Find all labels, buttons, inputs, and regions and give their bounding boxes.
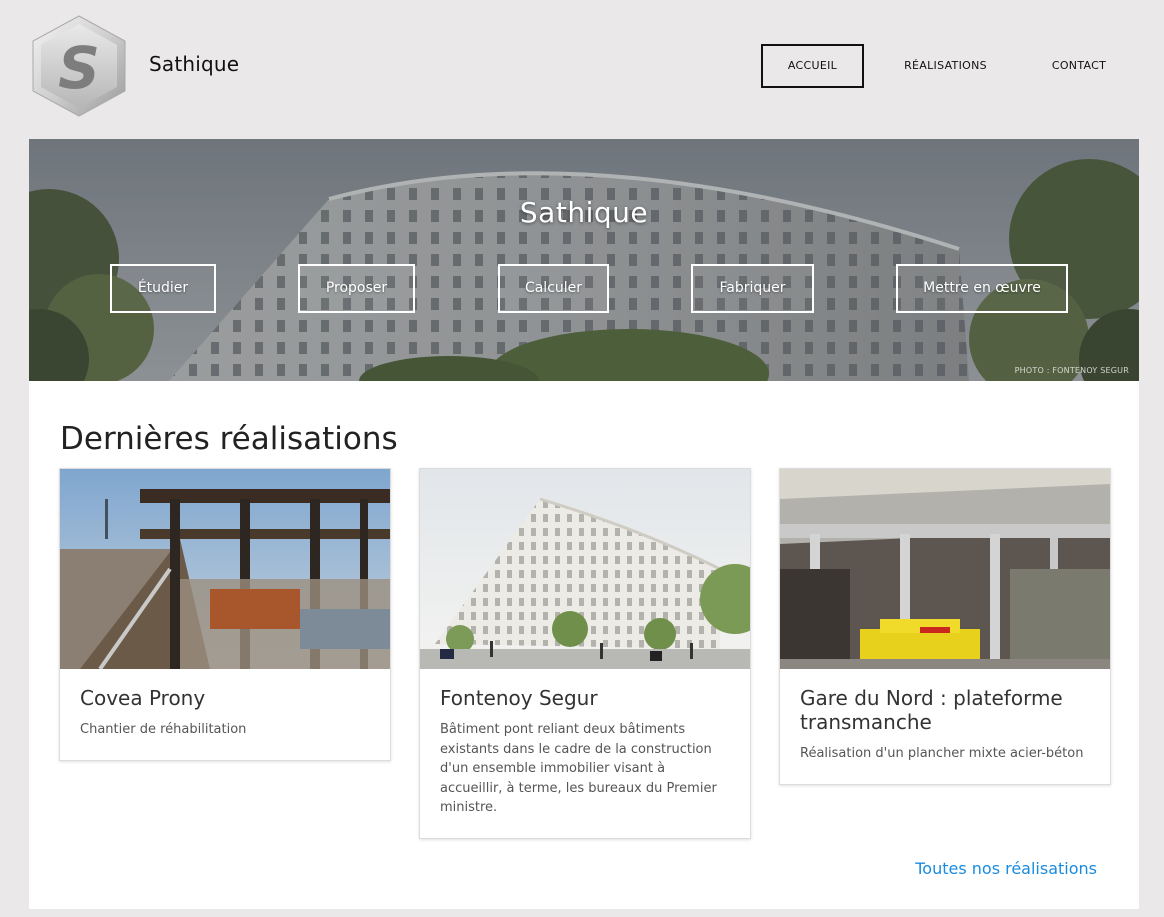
latest-projects-panel: Dernières réalisations Covea Prony Chant…: [29, 381, 1139, 909]
hero-button-etudier[interactable]: Étudier: [110, 264, 216, 313]
hero-button-fabriquer[interactable]: Fabriquer: [691, 264, 814, 313]
project-card-fontenoy-segur[interactable]: Fontenoy Segur Bâtiment pont reliant deu…: [419, 468, 751, 839]
project-image-gare-du-nord[interactable]: [780, 469, 1110, 669]
hero-button-mettre-en-oeuvre[interactable]: Mettre en œuvre: [896, 264, 1068, 313]
project-card-gare-du-nord[interactable]: Gare du Nord : plateforme transmanche Ré…: [779, 468, 1111, 785]
project-card-covea-prony[interactable]: Covea Prony Chantier de réhabilitation: [59, 468, 391, 761]
project-description: Réalisation d'un plancher mixte acier-bé…: [800, 746, 1084, 761]
project-title[interactable]: Fontenoy Segur: [440, 686, 730, 710]
hero-title: Sathique: [519, 196, 649, 229]
project-title[interactable]: Covea Prony: [80, 686, 370, 710]
hero-button-calculer[interactable]: Calculer: [498, 264, 609, 313]
brand-name[interactable]: Sathique: [149, 52, 239, 76]
section-title: Dernières réalisations: [60, 421, 398, 457]
nav-contact[interactable]: Contact: [1030, 45, 1128, 87]
project-image-fontenoy-segur[interactable]: [420, 469, 750, 669]
all-projects-link[interactable]: Toutes nos réalisations: [915, 859, 1097, 878]
nav-accueil[interactable]: Accueil: [761, 44, 864, 88]
project-title[interactable]: Gare du Nord : plateforme transmanche: [800, 686, 1090, 734]
nav-realisations[interactable]: Réalisations: [888, 45, 1003, 87]
logo[interactable]: S: [30, 14, 128, 118]
project-description: Chantier de réhabilitation: [80, 722, 247, 737]
hero-banner: Sathique Étudier Proposer Calculer Fabri…: [29, 139, 1139, 381]
logo-letter: S: [58, 34, 100, 102]
project-image-covea-prony[interactable]: [60, 469, 390, 669]
photo-credit: PHOTO : FONTENOY SEGUR: [1014, 366, 1129, 375]
hero-building-image: [29, 139, 1139, 381]
hero-button-proposer[interactable]: Proposer: [298, 264, 415, 313]
project-description: Bâtiment pont reliant deux bâtiments exi…: [440, 722, 717, 815]
